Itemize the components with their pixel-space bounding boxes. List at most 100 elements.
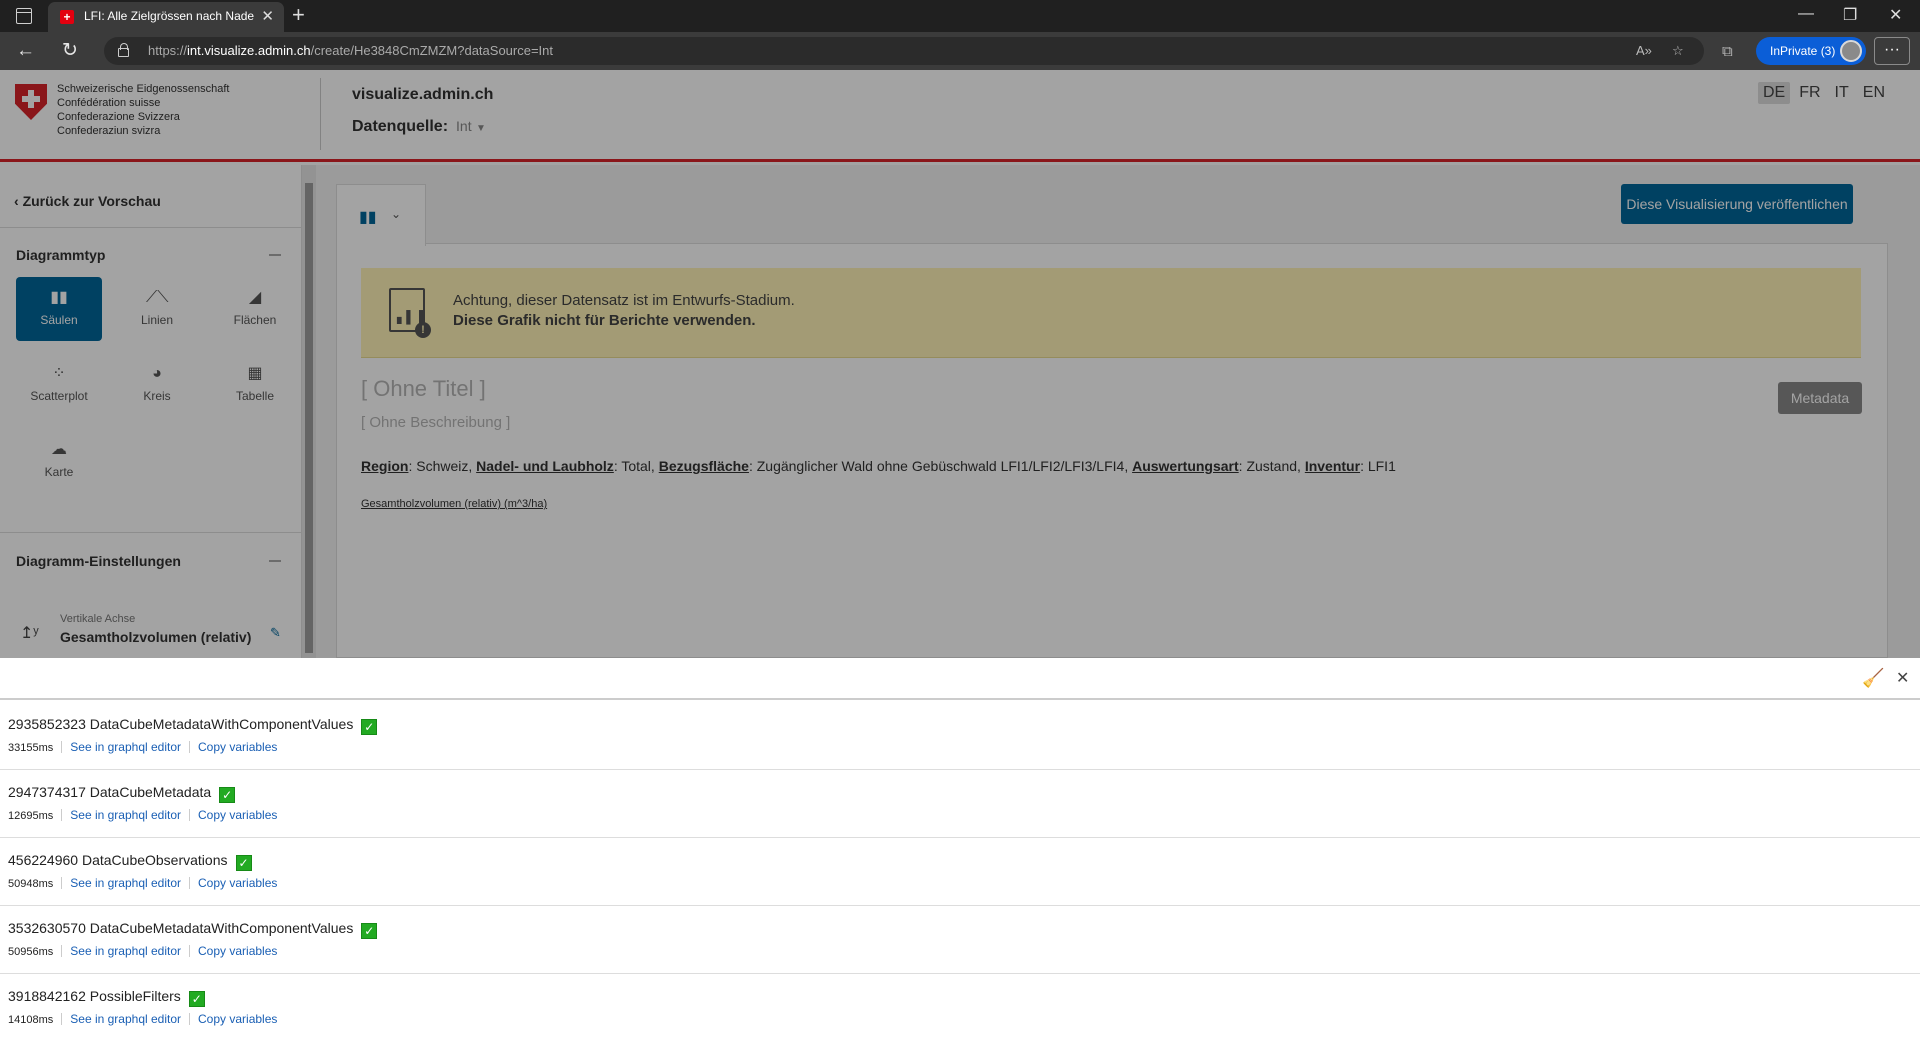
lang-en[interactable]: EN — [1858, 82, 1890, 104]
graphql-editor-link[interactable]: See in graphql editor — [70, 808, 181, 822]
chart-type-scatterplot[interactable]: ⁘ Scatterplot — [16, 353, 102, 417]
chart-type-columns[interactable]: ▮▮ Säulen — [16, 277, 102, 341]
minimize-icon[interactable]: — — [1798, 5, 1814, 23]
request-row: 3918842162 PossibleFilters ✓ 14108ms See i… — [8, 988, 278, 1026]
back-to-preview-link[interactable]: ‹ Zurück zur Vorschau — [14, 193, 161, 209]
add-favorite-icon[interactable]: ☆ — [1672, 43, 1684, 59]
chart-type-pie[interactable]: ◕ Kreis — [114, 353, 200, 417]
warning-emphasis: Diese Grafik nicht für Berichte verwende… — [453, 312, 756, 329]
vertical-axis-value[interactable]: Gesamtholzvolumen (relativ) — [60, 629, 251, 645]
copy-variables-link[interactable]: Copy variables — [198, 876, 277, 890]
left-config-panel: ‹ Zurück zur Vorschau Diagrammtyp ▮▮ Säu… — [0, 165, 302, 658]
chart-type-heading[interactable]: Diagrammtyp — [16, 247, 105, 263]
copy-variables-link[interactable]: Copy variables — [198, 740, 277, 754]
draft-chart-warning-icon: ▖▌▐ ! — [389, 288, 431, 338]
y-axis-label-link[interactable]: Gesamtholzvolumen (relativ) (m^3/ha) — [361, 498, 547, 510]
request-row: 2947374317 DataCubeMetadata ✓ 12695ms See … — [0, 770, 1920, 838]
url-text[interactable]: https://int.visualize.admin.ch/create/He… — [148, 43, 553, 58]
success-check-icon: ✓ — [361, 719, 378, 735]
collapse-icon[interactable] — [269, 254, 281, 256]
filter-key: Bezugsfläche — [658, 458, 749, 474]
vertical-axis-icon: ↥ʸ — [20, 625, 39, 642]
graphql-debug-panel: 🧹 ✕ 2935852323 DataCubeMetadataWithCompo… — [0, 658, 1920, 1040]
success-check-icon: ✓ — [188, 991, 205, 1007]
divider — [0, 227, 302, 228]
refresh-icon[interactable]: ↻ — [62, 40, 78, 62]
request-row: 2935852323 DataCubeMetadataWithComponent… — [0, 702, 1920, 770]
chart-type-areas[interactable]: ◢ Flächen — [212, 277, 298, 341]
address-bar-row: ← ↻ https://int.visualize.admin.ch/creat… — [0, 32, 1920, 70]
map-icon: ☁ — [51, 441, 67, 458]
tab-actions-icon[interactable] — [16, 8, 32, 24]
filter-key: Auswertungsart — [1132, 458, 1239, 474]
metadata-button[interactable]: Metadata — [1778, 382, 1862, 414]
swiss-flag-favicon-icon: + — [60, 10, 74, 24]
description-placeholder[interactable]: [ Ohne Beschreibung ] — [361, 414, 510, 431]
url-field[interactable]: https://int.visualize.admin.ch/create/He… — [104, 37, 1704, 65]
title-placeholder[interactable]: [ Ohne Titel ] — [361, 376, 486, 402]
lang-fr[interactable]: FR — [1794, 82, 1825, 104]
vertical-axis-label: Vertikale Achse — [60, 613, 136, 625]
browser-tab[interactable]: + LFI: Alle Zielgrössen nach Nadel- ✕ — [48, 2, 284, 32]
graphql-editor-link[interactable]: See in graphql editor — [70, 1012, 181, 1026]
table-icon: ▦ — [247, 365, 263, 382]
close-window-icon[interactable]: ✕ — [1889, 5, 1902, 25]
divider — [0, 532, 302, 533]
back-icon[interactable]: ← — [16, 40, 35, 62]
publish-button[interactable]: Diese Visualisierung veröffentlichen — [1621, 184, 1853, 224]
request-row: 456224960 DataCubeObservations ✓ 50948ms S… — [0, 838, 1920, 906]
new-tab-icon[interactable]: + — [292, 2, 305, 28]
graphql-editor-link[interactable]: See in graphql editor — [70, 876, 181, 890]
debug-toolbar: 🧹 ✕ — [0, 658, 1920, 700]
chevron-left-icon: ‹ — [14, 193, 19, 209]
warning-text: Achtung, dieser Datensatz ist im Entwurf… — [453, 292, 795, 309]
scatterplot-icon: ⁘ — [52, 365, 66, 382]
pie-chart-icon: ◕ — [152, 365, 162, 382]
chevron-down-icon: ▼ — [476, 123, 486, 134]
filter-key: Region — [361, 458, 409, 474]
restore-icon[interactable]: ❐ — [1843, 5, 1857, 25]
language-switcher: DE FR IT EN — [1754, 82, 1890, 104]
draft-warning-banner: ▖▌▐ ! Achtung, dieser Datensatz ist im E… — [361, 268, 1861, 358]
request-row: 3532630570 DataCubeMetadataWithComponent… — [0, 906, 1920, 974]
read-aloud-icon[interactable]: A» — [1636, 43, 1652, 58]
browser-tab-bar: + LFI: Alle Zielgrössen nach Nadel- ✕ + … — [0, 0, 1920, 32]
close-tab-icon[interactable]: ✕ — [261, 7, 274, 25]
success-check-icon: ✓ — [235, 855, 252, 871]
chart-type-lines[interactable]: ⟋⟍ Linien — [114, 277, 200, 341]
clear-broom-icon[interactable]: 🧹 — [1862, 668, 1884, 689]
graphql-editor-link[interactable]: See in graphql editor — [70, 740, 181, 754]
site-header: Schweizerische Eidgenossenschaft Confédé… — [0, 70, 1920, 162]
more-menu-button[interactable]: ··· — [1874, 37, 1910, 65]
success-check-icon: ✓ — [361, 923, 378, 939]
datasource-selector[interactable]: Datenquelle: Int ▼ — [352, 118, 486, 136]
success-check-icon: ✓ — [219, 787, 236, 803]
scrollbar-thumb[interactable] — [305, 183, 313, 653]
web-page: Schweizerische Eidgenossenschaft Confédé… — [0, 70, 1920, 658]
line-chart-icon: ⟋⟍ — [146, 289, 169, 306]
profile-avatar — [1840, 40, 1862, 62]
close-icon[interactable]: ✕ — [1896, 668, 1909, 688]
chart-type-tab[interactable]: ▮▮ ⌄ — [336, 184, 426, 246]
chart-settings-heading[interactable]: Diagramm-Einstellungen — [16, 553, 181, 569]
collections-icon[interactable]: ⧉ — [1722, 43, 1733, 60]
inprivate-button[interactable]: InPrivate (3) — [1756, 37, 1866, 65]
lang-it[interactable]: IT — [1830, 82, 1854, 104]
sidebar-scrollbar[interactable] — [302, 165, 316, 658]
tab-title: LFI: Alle Zielgrössen nach Nadel- — [84, 9, 254, 23]
chart-type-map[interactable]: ☁ Karte — [16, 429, 102, 493]
header-divider — [320, 78, 321, 150]
site-title[interactable]: visualize.admin.ch — [352, 86, 493, 104]
copy-variables-link[interactable]: Copy variables — [198, 944, 277, 958]
filter-key: Inventur — [1304, 458, 1361, 474]
copy-variables-link[interactable]: Copy variables — [198, 1012, 277, 1026]
edit-pencil-icon[interactable]: ✎ — [270, 625, 281, 641]
chart-type-table[interactable]: ▦ Tabelle — [212, 353, 298, 417]
lock-icon[interactable] — [118, 43, 129, 57]
lang-de[interactable]: DE — [1757, 82, 1791, 104]
graphql-editor-link[interactable]: See in graphql editor — [70, 944, 181, 958]
collapse-icon[interactable] — [269, 560, 281, 562]
confederation-names: Schweizerische Eidgenossenschaft Confédé… — [57, 83, 230, 137]
area-chart-icon: ◢ — [248, 289, 262, 306]
copy-variables-link[interactable]: Copy variables — [198, 808, 277, 822]
